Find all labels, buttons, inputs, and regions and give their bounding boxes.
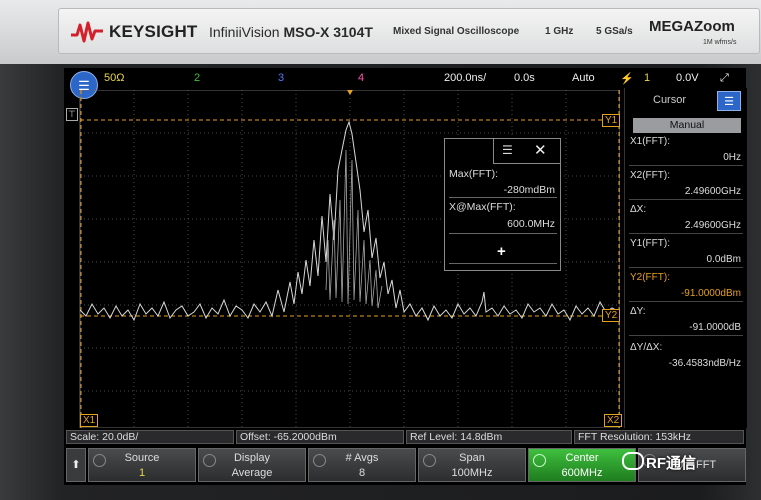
run-state-icon[interactable]: ⤢	[720, 72, 729, 85]
xmax-fft-value: 600.0MHz	[507, 218, 555, 230]
popup-divider-3	[449, 263, 557, 264]
timebase-setting[interactable]: 200.0ns/	[444, 72, 486, 84]
softkey-value: 100MHz	[451, 467, 493, 479]
panel-divider	[629, 267, 743, 268]
softkey-label: Display	[233, 452, 271, 464]
channel-1-setting[interactable]: 50Ω	[104, 72, 124, 84]
brand-name: KEYSIGHT	[109, 22, 198, 41]
measurement-popup[interactable]: ☰ ✕ Max(FFT): -280mdBm X@Max(FFT): 600.0…	[444, 138, 561, 271]
softkey-label: # Avgs	[345, 452, 379, 464]
model-number: MSO-X 3104T	[283, 24, 373, 40]
cursor-x2-label[interactable]: X2	[604, 414, 623, 427]
softkey-value: 1	[138, 467, 146, 479]
cursor-panel: Cursor ☰ Manual X1(FFT): 0Hz X2(FFT): 2.…	[624, 88, 747, 428]
ref-level-info: Ref Level: 14.8dBm	[406, 430, 572, 444]
sample-rate-label: 5 GSa/s	[596, 26, 633, 37]
dy-value: -91.0000dB	[689, 322, 741, 333]
y1-value[interactable]: 0.0dBm	[707, 254, 741, 265]
popup-header: ☰ ✕	[493, 139, 560, 164]
trigger-channel[interactable]: 1	[644, 72, 650, 84]
panel-divider	[629, 335, 743, 336]
cursor-mode-selector[interactable]: Manual	[633, 118, 741, 133]
softkey-value: 8	[358, 467, 366, 479]
panel-divider	[629, 199, 743, 200]
wechat-icon	[622, 452, 644, 470]
max-fft-value: -280mdBm	[503, 184, 555, 196]
softkey-span[interactable]: Span 100MHz	[418, 448, 526, 482]
xmax-fft-label: X@Max(FFT):	[449, 201, 516, 213]
scope-screen: 50Ω 2 3 4 200.0ns/ 0.0s Auto ⚡ 1 0.0V ⤢ …	[64, 68, 747, 485]
dx-label: ΔX:	[630, 204, 647, 215]
back-button[interactable]: ⬆	[66, 448, 86, 482]
panel-divider	[629, 165, 743, 166]
popup-divider-2	[449, 233, 557, 234]
popup-menu-icon[interactable]: ☰	[502, 143, 513, 157]
add-measurement-icon[interactable]: +	[497, 243, 506, 260]
brand-panel: KEYSIGHT InfiniiVision MSO-X 3104T Mixed…	[58, 8, 760, 54]
trigger-edge-icon: ⚡	[620, 73, 634, 85]
megazoom-logo: MEGAZoom	[649, 18, 735, 35]
y1-label: Y1(FFT):	[630, 238, 670, 249]
bandwidth-label: 1 GHz	[545, 26, 574, 37]
cursor-y2-label[interactable]: Y2	[602, 309, 621, 322]
fft-resolution-info: FFT Resolution: 153kHz	[574, 430, 744, 444]
fft-trace-detail	[325, 149, 383, 309]
trigger-mode[interactable]: Auto	[572, 72, 595, 84]
model-name: InfiniiVision MSO-X 3104T	[209, 24, 373, 40]
dydx-label: ΔY/ΔX:	[630, 342, 663, 353]
panel-divider	[629, 301, 743, 302]
cursor-x1-label[interactable]: X1	[80, 414, 99, 427]
softkey-center[interactable]: Center 600MHz	[528, 448, 636, 482]
panel-divider	[629, 233, 743, 234]
cursor-panel-title: Cursor	[653, 94, 687, 106]
y2-value[interactable]: -91.0000dBm	[681, 288, 741, 299]
watermark: RF通信	[646, 455, 696, 472]
keysight-logo-icon	[71, 21, 103, 43]
offset-info: Offset: -65.2000dBm	[236, 430, 404, 444]
softkey-label: Center	[565, 452, 599, 464]
softkey-display[interactable]: Display Average	[198, 448, 306, 482]
panel-menu-icon: ☰	[724, 96, 734, 108]
product-subtitle: Mixed Signal Oscilloscope	[393, 26, 520, 37]
dx-value: 2.49600GHz	[684, 220, 741, 231]
cursor-panel-menu-button[interactable]: ☰	[717, 91, 741, 111]
brand-bar: KEYSIGHT InfiniiVision MSO-X 3104T Mixed…	[0, 0, 761, 65]
x2-label: X2(FFT):	[630, 170, 670, 181]
max-fft-label: Max(FFT):	[449, 168, 498, 180]
scale-info: Scale: 20.0dB/	[66, 430, 234, 444]
trigger-level[interactable]: 0.0V	[676, 72, 699, 84]
time-delay[interactable]: 0.0s	[514, 72, 535, 84]
popup-close-icon[interactable]: ✕	[534, 141, 547, 159]
fft-info-bar: Scale: 20.0dB/ Offset: -65.2000dBm Ref L…	[66, 430, 744, 444]
ground-ref-icon: ⊤	[66, 108, 78, 121]
channel-3-indicator[interactable]: 3	[278, 72, 284, 84]
x1-label: X1(FFT):	[630, 136, 670, 147]
softkey-value: 600MHz	[561, 467, 603, 479]
dy-label: ΔY:	[630, 306, 646, 317]
channel-4-indicator[interactable]: 4	[358, 72, 364, 84]
softkey-label: Span	[459, 452, 485, 464]
x2-value[interactable]: 2.49600GHz	[685, 186, 741, 197]
channel-2-indicator[interactable]: 2	[194, 72, 200, 84]
y2-label: Y2(FFT):	[630, 272, 670, 283]
softkey-avgs[interactable]: # Avgs 8	[308, 448, 416, 482]
softkey-source[interactable]: Source 1	[88, 448, 196, 482]
trigger-position-marker	[347, 90, 353, 95]
model-family: InfiniiVision	[209, 24, 280, 40]
softkey-label: Source	[124, 452, 160, 464]
popup-divider	[449, 197, 557, 198]
x1-value[interactable]: 0Hz	[723, 152, 741, 163]
megazoom-sub: 1M wfms/s	[703, 39, 737, 46]
status-line: 50Ω 2 3 4 200.0ns/ 0.0s Auto ⚡ 1 0.0V ⤢	[64, 68, 729, 88]
cursor-y1-label[interactable]: Y1	[602, 114, 621, 127]
softkey-value: Average	[231, 467, 273, 479]
dydx-value: -36.4583ndB/Hz	[668, 358, 741, 369]
